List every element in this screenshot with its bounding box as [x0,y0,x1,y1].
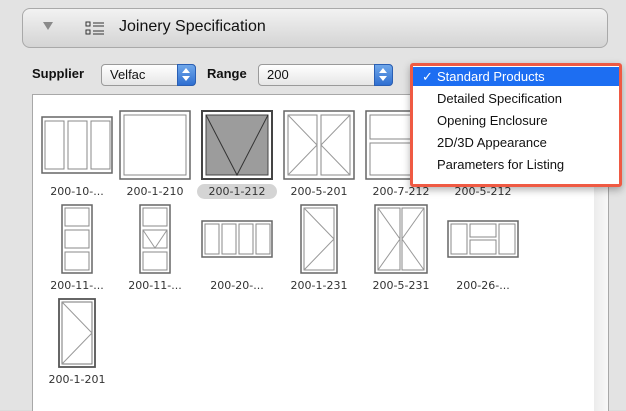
window-double-casement-icon [283,110,355,180]
product-label: 200-1-210 [126,185,184,198]
menu-item-label: Opening Enclosure [437,113,548,128]
door-glazed-icon [58,298,96,368]
supplier-value: Velfac [110,67,146,82]
product-item[interactable]: 200-1-210 [115,105,195,207]
section-header[interactable]: Joinery Specification [22,8,608,48]
product-label: 200-10-... [50,185,104,198]
window-fixed-icon [119,110,191,180]
product-label: 200-1-201 [48,373,106,386]
product-label: 200-5-201 [290,185,348,198]
product-item[interactable]: 200-11-... [115,199,195,301]
product-item[interactable]: 200-20-... [197,199,277,301]
supplier-stepper-icon [177,64,196,86]
product-item[interactable]: 200-1-201 [37,293,117,395]
product-label: 200-26-... [456,279,510,292]
joinery-panel: Joinery Specification Supplier Velfac Ra… [0,0,626,411]
menu-item-detailed-specification[interactable]: Detailed Specification [413,89,619,108]
disclosure-triangle-icon[interactable] [43,22,53,30]
door-single-icon [300,204,338,274]
menu-item-parameters-for-listing[interactable]: Parameters for Listing [413,155,619,174]
door-double-icon [374,204,428,274]
supplier-select[interactable]: Velfac [101,64,196,86]
section-title: Joinery Specification [119,18,266,35]
menu-item-label: Standard Products [437,69,545,84]
range-value: 200 [267,67,289,82]
menu-item-opening-enclosure[interactable]: Opening Enclosure [413,111,619,130]
checkmark-icon: ✓ [422,69,433,84]
product-label: 200-5-231 [372,279,430,292]
window-stacked-icon [61,204,93,274]
supplier-label: Supplier [32,66,85,81]
product-item[interactable]: 200-26-... [443,199,523,301]
menu-item-label: Detailed Specification [437,91,563,106]
window-stacked-opening-icon [139,204,171,274]
product-label: 200-1-231 [290,279,348,292]
window-four-pane-icon [201,220,273,258]
window-top-hung-icon [201,110,273,180]
product-item[interactable]: 200-10-... [37,105,117,207]
joinery-settings-icon [85,21,104,35]
menu-item-standard-products[interactable]: ✓ Standard Products [413,67,619,86]
menu-item-label: Parameters for Listing [437,157,565,172]
range-select[interactable]: 200 [258,64,393,86]
menu-item-label: 2D/3D Appearance [437,135,547,150]
product-label: 200-11-... [128,279,182,292]
product-label: 200-20-... [210,279,264,292]
product-label: 200-1-212 [197,184,277,199]
product-item[interactable]: 200-1-231 [279,199,359,301]
range-label: Range [207,66,247,81]
window-combo-icon [447,220,519,258]
product-item[interactable]: 200-11-... [37,199,117,301]
product-item-selected[interactable]: 200-1-212 [197,105,277,207]
view-options-menu: ✓ Standard Products Detailed Specificati… [410,63,622,187]
product-item[interactable]: 200-5-201 [279,105,359,207]
product-item[interactable]: 200-5-231 [361,199,441,301]
window-triple-icon [41,116,113,174]
range-stepper-icon [374,64,393,86]
product-label: 200-11-... [50,279,104,292]
menu-item-2d-3d-appearance[interactable]: 2D/3D Appearance [413,133,619,152]
